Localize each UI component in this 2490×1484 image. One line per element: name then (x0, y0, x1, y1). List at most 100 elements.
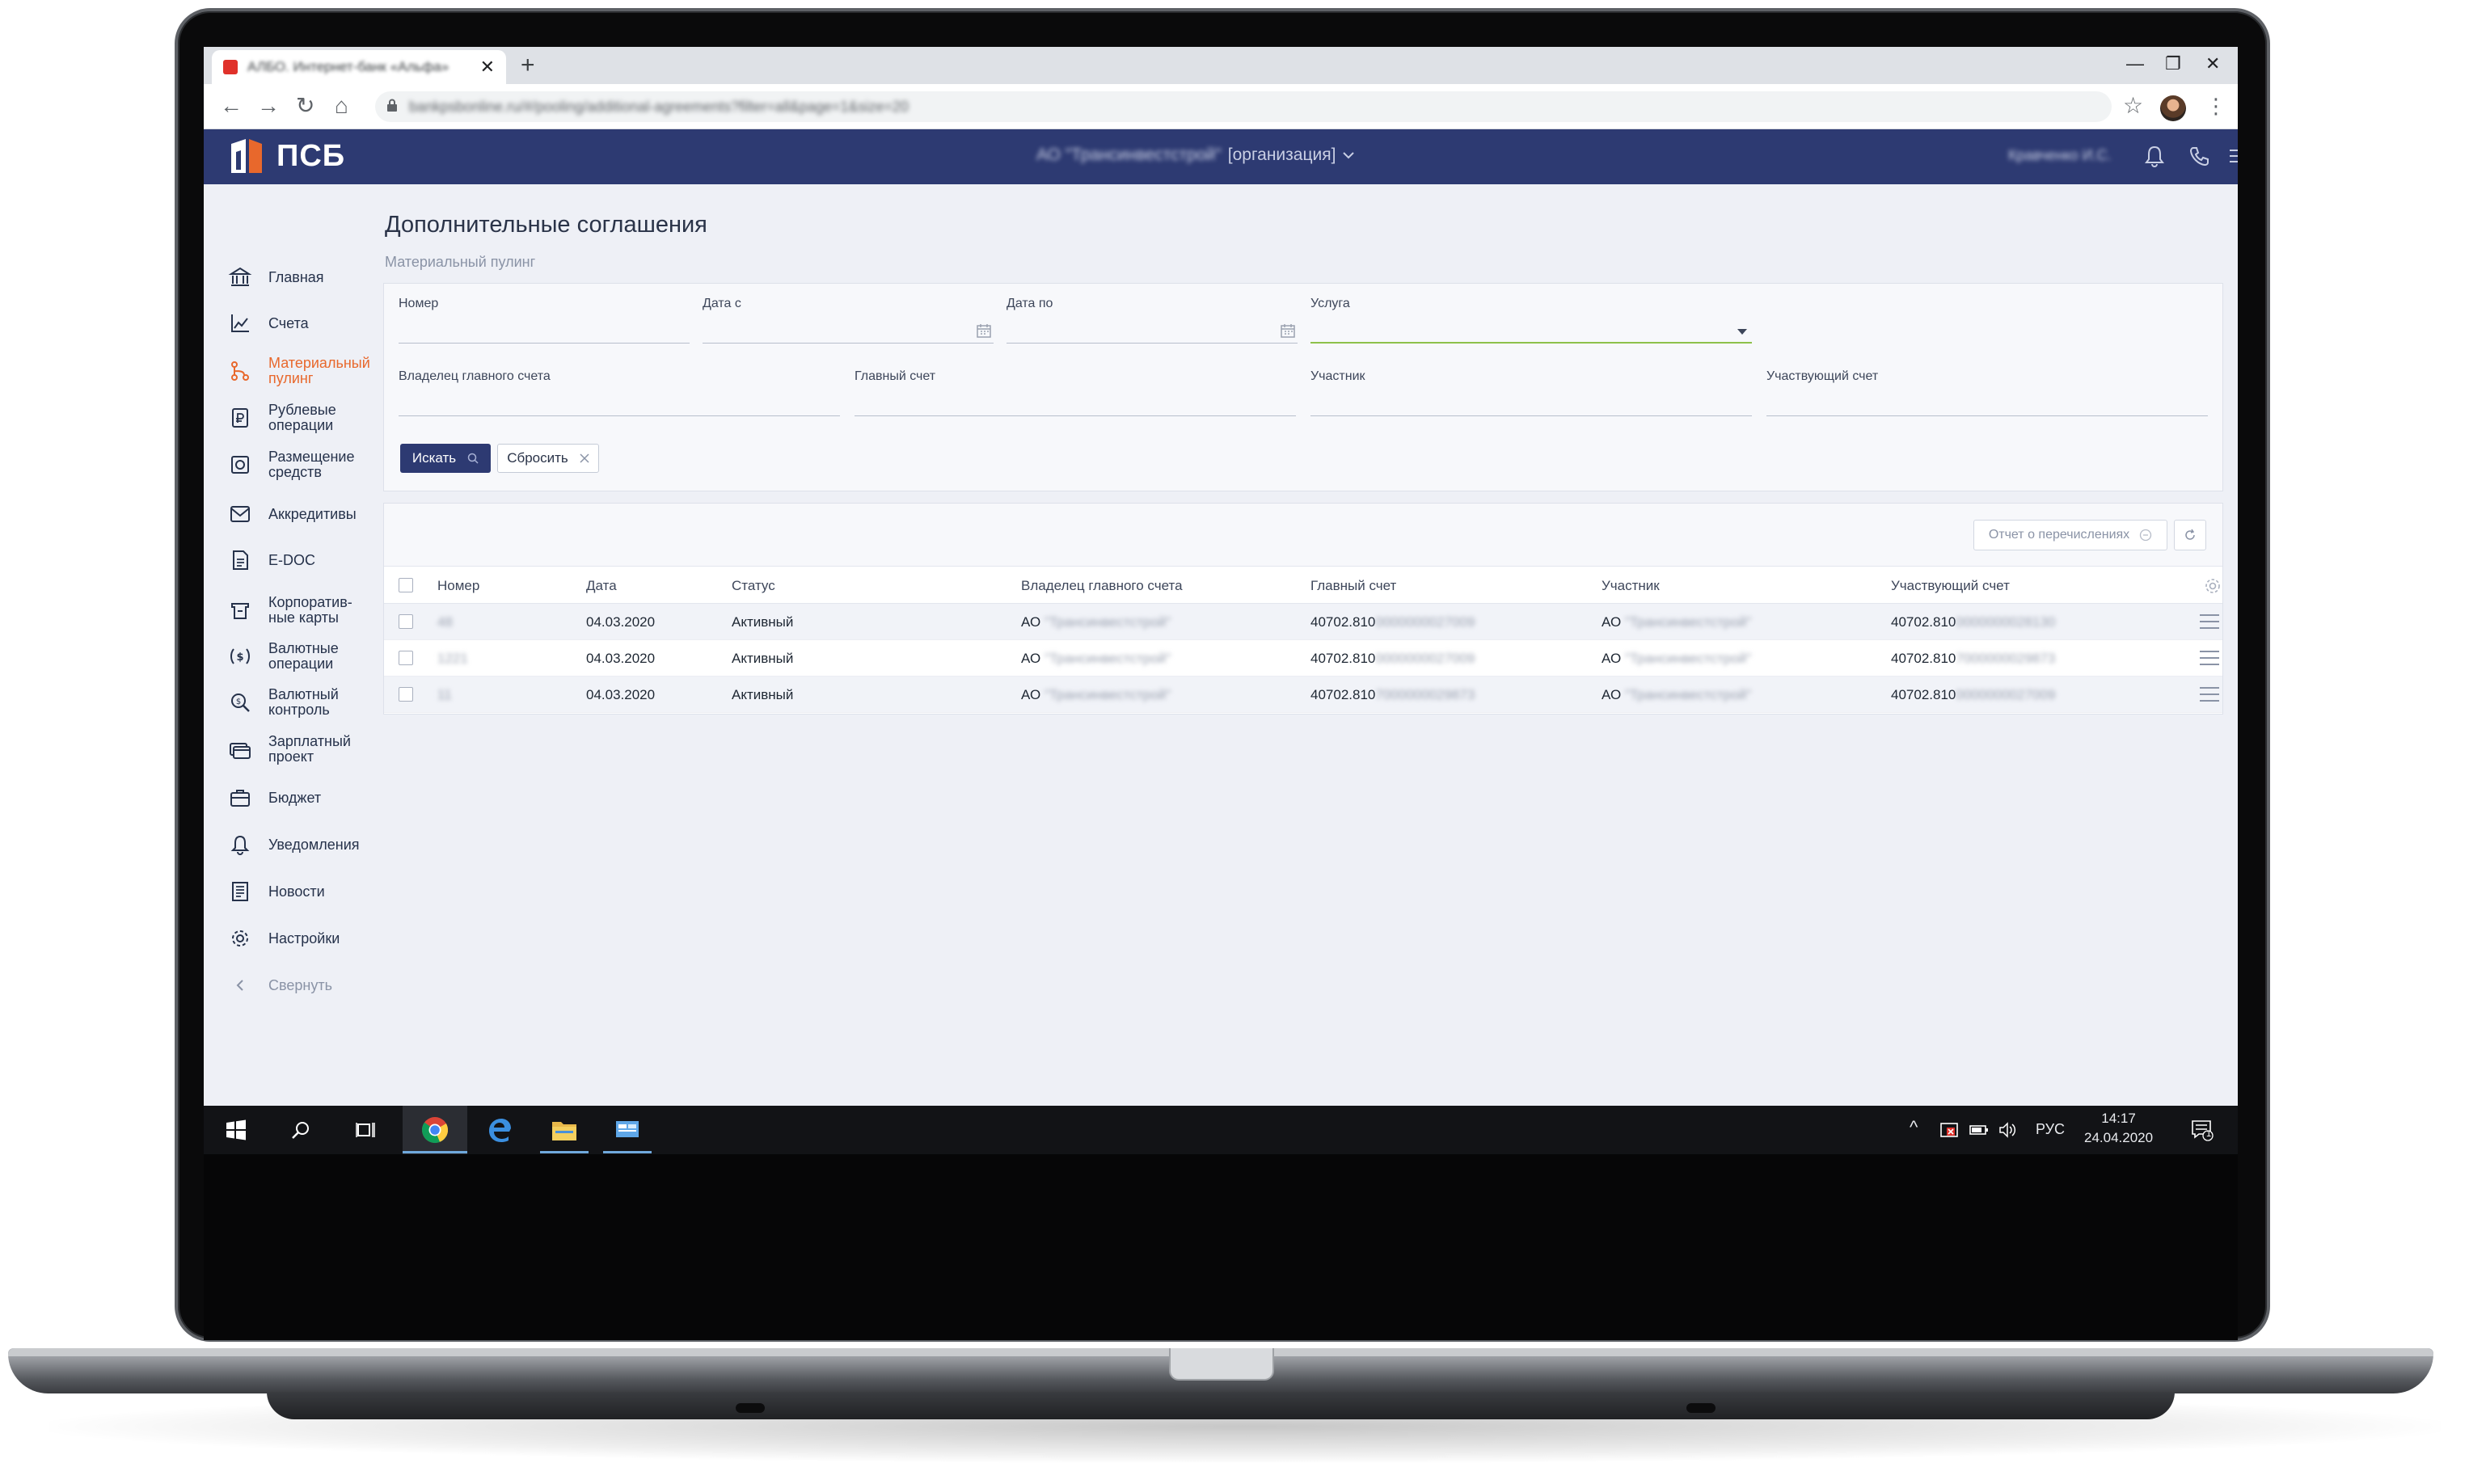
svg-text:$: $ (236, 698, 241, 706)
windows-start-icon[interactable] (220, 1114, 252, 1146)
date-from-input[interactable] (703, 314, 994, 344)
reset-button[interactable]: Сбросить (497, 444, 599, 473)
breadcrumb[interactable]: Материальный пулинг (385, 254, 535, 271)
calendar-icon[interactable] (1280, 323, 1296, 339)
phone-icon[interactable] (2186, 142, 2214, 170)
row-menu-icon[interactable] (2200, 687, 2219, 702)
bookmark-star-icon[interactable]: ☆ (2123, 92, 2143, 120)
sidebar-item-home[interactable]: Главная (228, 265, 382, 289)
search-button[interactable]: Искать (400, 444, 491, 473)
minimize-button[interactable]: — (2126, 52, 2144, 76)
row-checkbox[interactable] (399, 614, 413, 629)
security-tray-icon[interactable] (1934, 1114, 1966, 1146)
edge-icon[interactable] (483, 1114, 516, 1146)
home-button[interactable]: ⌂ (335, 92, 348, 120)
participant-input[interactable] (1310, 387, 1752, 416)
select-all-checkbox[interactable] (399, 578, 413, 592)
calendar-icon[interactable] (976, 323, 992, 339)
deposit-icon (231, 456, 249, 474)
bell-icon[interactable] (2141, 142, 2168, 170)
main-account-field[interactable]: Главный счет (855, 369, 1296, 418)
refresh-button[interactable] (2174, 520, 2206, 550)
cell-owner: АО "Трансинвестстрой" (1021, 687, 1171, 702)
column-header-main-account[interactable]: Главный счет (1310, 578, 1396, 594)
sidebar-item-accounts[interactable]: Счета (228, 311, 382, 335)
column-settings-gear-icon[interactable] (2203, 576, 2222, 596)
remote-desktop-icon[interactable] (611, 1114, 644, 1146)
psb-logo[interactable]: ПСБ (228, 137, 345, 175)
row-menu-icon[interactable] (2200, 614, 2219, 629)
sidebar-collapse[interactable]: Свернуть (228, 973, 382, 997)
sidebar-item-currency-operations[interactable]: $ Валютные операции (228, 641, 382, 672)
column-header-number[interactable]: Номер (437, 578, 479, 594)
sidebar-item-news[interactable]: Новости (228, 879, 382, 904)
row-checkbox[interactable] (399, 687, 413, 702)
table-row[interactable]: 1221 04.03.2020 Активный АО "Трансинвест… (384, 640, 2222, 677)
date-to-field[interactable]: Дата по (1007, 297, 1298, 345)
organization-selector[interactable]: АО "Трансинвестстрой" [организация] (1036, 145, 1355, 165)
column-header-date[interactable]: Дата (586, 578, 617, 594)
number-field[interactable]: Номер (399, 297, 690, 345)
hamburger-menu-icon[interactable] (2225, 142, 2238, 170)
forward-button[interactable]: → (257, 92, 280, 120)
back-button[interactable]: ← (220, 92, 243, 120)
sidebar-item-edoc[interactable]: E-DOC (228, 548, 382, 572)
column-header-participant[interactable]: Участник (1602, 578, 1660, 594)
sidebar-item-pooling[interactable]: Материальный пулинг (228, 356, 382, 386)
new-tab-button[interactable]: + (521, 52, 535, 79)
column-header-status[interactable]: Статус (732, 578, 775, 594)
close-window-button[interactable]: ✕ (2205, 52, 2220, 76)
date-from-field[interactable]: Дата с (703, 297, 994, 345)
tab-close-icon[interactable]: ✕ (480, 57, 495, 78)
language-indicator[interactable]: РУС (2036, 1121, 2065, 1138)
search-icon[interactable] (285, 1114, 317, 1146)
sidebar-item-budget[interactable]: Бюджет (228, 786, 382, 810)
maximize-button[interactable]: ❐ (2165, 52, 2181, 76)
field-label: Дата с (703, 297, 741, 310)
table-row[interactable]: 48 04.03.2020 Активный АО "Трансинвестст… (384, 604, 2222, 640)
file-explorer-icon[interactable] (548, 1114, 580, 1146)
volume-icon[interactable] (1992, 1114, 2024, 1146)
reload-button[interactable]: ↻ (296, 92, 314, 120)
number-input[interactable] (399, 314, 690, 344)
table-row[interactable]: 11 04.03.2020 Активный АО "Трансинвестст… (384, 677, 2222, 713)
sidebar-item-deposits[interactable]: Размещение средств (228, 449, 382, 480)
browser-tab[interactable]: АЛБО. Интернет-банк «Альфа» ✕ (212, 50, 506, 84)
sidebar-item-letters-of-credit[interactable]: Аккредитивы (228, 502, 382, 526)
address-bar[interactable]: bankpsbonline.ru/#/pooling/additional-ag… (375, 91, 2112, 122)
sidebar-item-ruble-operations[interactable]: Рублевые операции (228, 403, 382, 433)
row-menu-icon[interactable] (2200, 651, 2219, 665)
participant-account-field[interactable]: Участвующий счет (1766, 369, 2208, 418)
service-select[interactable] (1310, 314, 1752, 344)
service-field[interactable]: Услуга (1310, 297, 1752, 345)
row-checkbox[interactable] (399, 651, 413, 665)
url-text: bankpsbonline.ru/#/pooling/additional-ag… (409, 98, 909, 115)
notification-center-icon[interactable]: 1 (2186, 1114, 2218, 1146)
date-to-input[interactable] (1007, 314, 1298, 344)
sidebar-item-currency-control[interactable]: $ Валютный контроль (228, 687, 382, 718)
main-owner-input[interactable] (399, 387, 840, 416)
column-header-participant-account[interactable]: Участвующий счет (1891, 578, 2010, 594)
sidebar-item-corporate-cards[interactable]: Корпоратив- ные карты (228, 595, 382, 626)
minus-circle-icon (2140, 529, 2152, 542)
dropdown-caret-icon[interactable] (1737, 329, 1747, 335)
sidebar-item-notifications[interactable]: Уведомления (228, 833, 382, 857)
cell-status: Активный (732, 651, 794, 666)
sidebar-item-settings[interactable]: Настройки (228, 926, 382, 951)
browser-menu-icon[interactable]: ⋮ (2205, 92, 2226, 120)
user-name[interactable]: Кравченко И.С. (2008, 147, 2112, 164)
task-view-icon[interactable] (349, 1114, 382, 1146)
main-account-input[interactable] (855, 387, 1296, 416)
profile-avatar[interactable] (2160, 95, 2186, 121)
sidebar-item-salary-project[interactable]: Зарплатный проект (228, 734, 382, 765)
battery-icon[interactable] (1963, 1114, 1995, 1146)
main-owner-field[interactable]: Владелец главного счета (399, 369, 840, 418)
cell-participant: АО "Трансинвестстрой" (1602, 651, 1752, 666)
transfer-report-button[interactable]: Отчет о перечислениях (1973, 520, 2167, 550)
clock[interactable]: 14:17 24.04.2020 (2084, 1109, 2153, 1148)
participant-account-input[interactable] (1766, 387, 2208, 416)
tray-overflow-icon[interactable]: ^ (1910, 1117, 1918, 1138)
chrome-icon[interactable] (419, 1114, 451, 1146)
column-header-owner[interactable]: Владелец главного счета (1021, 578, 1183, 594)
participant-field[interactable]: Участник (1310, 369, 1752, 418)
